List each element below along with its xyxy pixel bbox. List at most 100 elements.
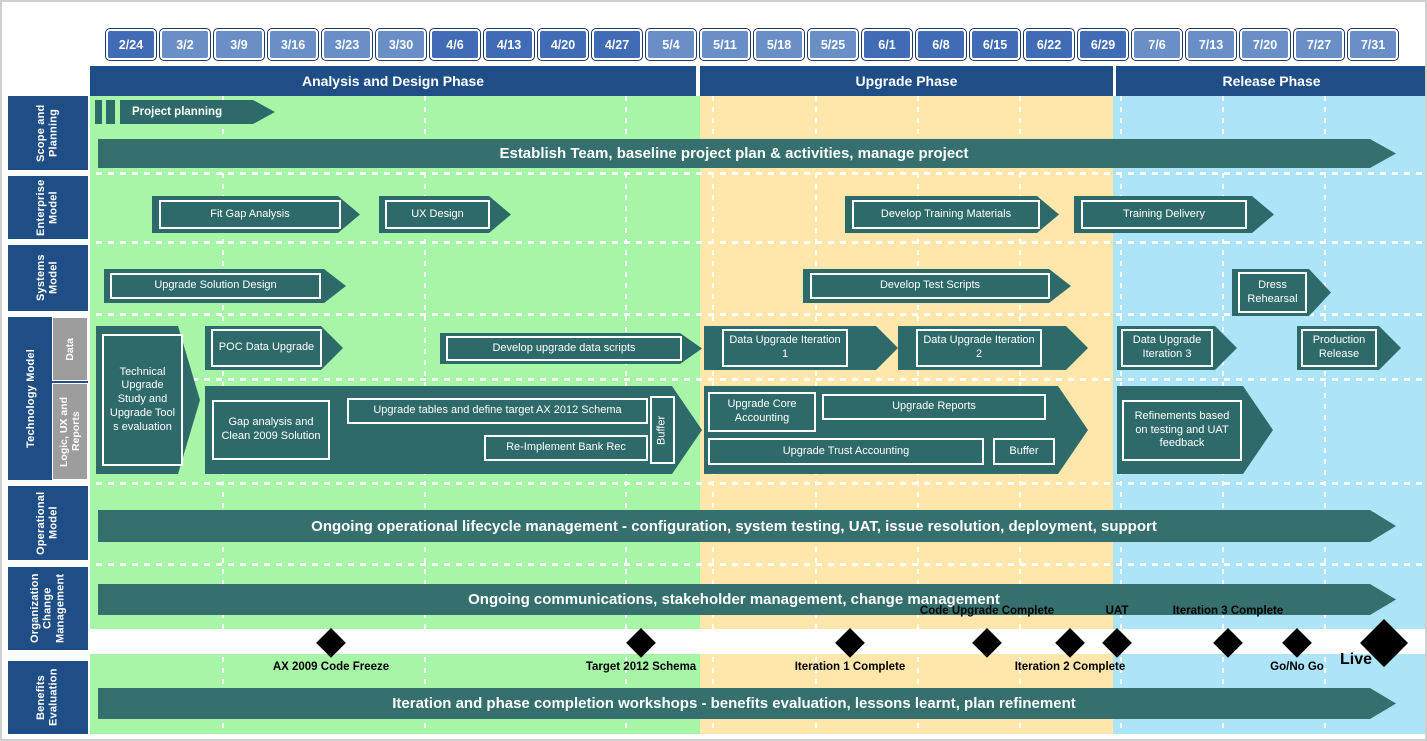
milestone-label: Live bbox=[1339, 651, 1373, 668]
task-label: Fit Gap Analysis bbox=[210, 207, 290, 220]
task-label: Production Release bbox=[1312, 334, 1366, 360]
task-ux-design-label-plate: UX Design bbox=[385, 200, 490, 229]
date-chip-4-13[interactable]: 4/13 bbox=[484, 29, 534, 60]
date-chip-label: 2/24 bbox=[118, 37, 144, 52]
task-dress-rehearsal-label-plate: Dress Rehearsal bbox=[1238, 272, 1307, 313]
task-label: Upgrade tables and define target AX 2012… bbox=[373, 404, 622, 417]
date-chip-4-6[interactable]: 4/6 bbox=[430, 29, 480, 60]
task-label: Technical Upgrade Study and Upgrade Tool… bbox=[109, 365, 176, 433]
row-separator bbox=[0, 482, 1427, 485]
phase-header-analysis: Analysis and Design Phase bbox=[90, 66, 696, 96]
date-chip-3-23[interactable]: 3/23 bbox=[322, 29, 372, 60]
task-label: Ongoing operational lifecycle management… bbox=[311, 517, 1157, 535]
date-chip-5-25[interactable]: 5/25 bbox=[808, 29, 858, 60]
lane-label-text: Systems Model bbox=[35, 254, 60, 302]
task-poc-data-upgrade-label-plate: POC Data Upgrade bbox=[211, 329, 322, 367]
date-chip-6-8[interactable]: 6/8 bbox=[916, 29, 966, 60]
lane-organization-change-management: Organization Change Management bbox=[8, 567, 88, 650]
task-establish-team[interactable]: Establish Team, baseline project plan & … bbox=[98, 139, 1396, 168]
lane-label-text: Benefits Evaluation bbox=[35, 668, 60, 727]
milestone-label: Target 2012 Schema bbox=[585, 661, 697, 673]
date-chip-label: 7/31 bbox=[1360, 37, 1386, 52]
date-chip-6-15[interactable]: 6/15 bbox=[970, 29, 1020, 60]
date-chip-7-20[interactable]: 7/20 bbox=[1240, 29, 1290, 60]
date-chip-6-1[interactable]: 6/1 bbox=[862, 29, 912, 60]
task-data-upgrade-iteration-3-label-plate: Data Upgrade Iteration 3 bbox=[1121, 329, 1213, 367]
sublane-logic-ux-reports: Logic, UX and Reports bbox=[52, 383, 88, 480]
milestone-label: Iteration 3 Complete bbox=[1172, 605, 1284, 617]
task-data-upgrade-iteration-1-label-plate: Data Upgrade Iteration 1 bbox=[722, 329, 848, 367]
date-chip-label: 3/16 bbox=[280, 37, 306, 52]
lane-label-text: Organization Change Management bbox=[29, 573, 67, 644]
task-iteration-phase-completion-workshops[interactable]: Iteration and phase completion workshops… bbox=[98, 688, 1396, 719]
milestone-label: Iteration 2 Complete bbox=[1014, 661, 1126, 673]
task-label: Buffer bbox=[1009, 444, 1039, 457]
row-separator bbox=[0, 172, 1427, 175]
date-chip-6-22[interactable]: 6/22 bbox=[1024, 29, 1074, 60]
date-chip-label: 6/8 bbox=[932, 37, 950, 52]
milestone-label: Code Upgrade Complete bbox=[919, 605, 1055, 617]
lane-systems-model: Systems Model bbox=[8, 245, 88, 311]
task-label: Project planning bbox=[132, 106, 223, 118]
task-label: Dress Rehearsal bbox=[1247, 278, 1298, 305]
row-separator bbox=[0, 313, 1427, 316]
date-chip-label: 7/20 bbox=[1252, 37, 1278, 52]
date-chip-label: 6/15 bbox=[982, 37, 1008, 52]
task-label: Develop upgrade data scripts bbox=[492, 341, 636, 354]
task-label: Establish Team, baseline project plan & … bbox=[499, 145, 969, 162]
date-chip-2-24[interactable]: 2/24 bbox=[106, 29, 156, 60]
date-chip-5-11[interactable]: 5/11 bbox=[700, 29, 750, 60]
task-production-release-label-plate: Production Release bbox=[1301, 329, 1377, 367]
date-chip-5-4[interactable]: 5/4 bbox=[646, 29, 696, 60]
date-chip-7-13[interactable]: 7/13 bbox=[1186, 29, 1236, 60]
task-label: Data Upgrade Iteration 1 bbox=[729, 334, 841, 360]
date-chip-label: 3/30 bbox=[388, 37, 414, 52]
task-project-planning[interactable]: Project planning bbox=[120, 100, 275, 124]
date-chip-3-16[interactable]: 3/16 bbox=[268, 29, 318, 60]
task-gap-analysis-clean-2009-label-plate: Gap analysis and Clean 2009 Solution bbox=[212, 400, 330, 460]
date-chip-label: 4/13 bbox=[496, 37, 522, 52]
sublane-data: Data bbox=[52, 317, 88, 381]
date-chip-7-6[interactable]: 7/6 bbox=[1132, 29, 1182, 60]
task-label: POC Data Upgrade bbox=[218, 341, 315, 354]
date-chip-4-20[interactable]: 4/20 bbox=[538, 29, 588, 60]
task-label: Training Delivery bbox=[1122, 207, 1206, 220]
date-chip-6-29[interactable]: 6/29 bbox=[1078, 29, 1128, 60]
date-chip-label: 3/23 bbox=[334, 37, 360, 52]
lane-label-text: Scope and Planning bbox=[35, 104, 60, 162]
task-upgrade-core-accounting-label-plate: Upgrade Core Accounting bbox=[708, 392, 816, 432]
date-chip-5-18[interactable]: 5/18 bbox=[754, 29, 804, 60]
date-chip-7-31[interactable]: 7/31 bbox=[1348, 29, 1398, 60]
task-label: Data Upgrade Iteration 3 bbox=[1132, 334, 1202, 360]
task-label: UX Design bbox=[411, 207, 464, 220]
lane-operational-model: Operational Model bbox=[8, 486, 88, 560]
task-upgrade-tables-label-plate: Upgrade tables and define target AX 2012… bbox=[347, 398, 648, 424]
task-develop-upgrade-data-scripts-label-plate: Develop upgrade data scripts bbox=[446, 336, 682, 361]
date-chip-4-27[interactable]: 4/27 bbox=[592, 29, 642, 60]
date-chip-label: 6/22 bbox=[1036, 37, 1062, 52]
task-ongoing-operational-lifecycle[interactable]: Ongoing operational lifecycle management… bbox=[98, 510, 1396, 542]
milestone-label: AX 2009 Code Freeze bbox=[272, 661, 390, 673]
date-chip-label: 7/27 bbox=[1306, 37, 1332, 52]
sublane-label-text: Data bbox=[63, 337, 76, 361]
task-label: Upgrade Trust Accounting bbox=[782, 444, 910, 457]
task-project-planning-tick-1 bbox=[95, 100, 102, 124]
date-chip-7-27[interactable]: 7/27 bbox=[1294, 29, 1344, 60]
date-chip-3-30[interactable]: 3/30 bbox=[376, 29, 426, 60]
task-label: Develop Training Materials bbox=[880, 207, 1012, 220]
date-chip-label: 4/20 bbox=[550, 37, 576, 52]
date-chip-3-2[interactable]: 3/2 bbox=[160, 29, 210, 60]
row-separator bbox=[0, 378, 1427, 381]
lane-label-text: Enterprise Model bbox=[35, 179, 60, 236]
date-chip-label: 5/25 bbox=[820, 37, 846, 52]
date-chip-3-9[interactable]: 3/9 bbox=[214, 29, 264, 60]
milestone-label: UAT bbox=[1105, 605, 1129, 617]
task-reimplement-bank-rec-label-plate: Re-Implement Bank Rec bbox=[484, 435, 648, 461]
task-buffer-phase1-label-plate: Buffer bbox=[650, 396, 675, 464]
task-label: Upgrade Reports bbox=[892, 400, 976, 413]
row-separator bbox=[0, 563, 1427, 566]
task-develop-test-scripts-label-plate: Develop Test Scripts bbox=[810, 273, 1050, 299]
phase-header-label: Release Phase bbox=[1222, 73, 1321, 89]
milestone-label: Iteration 1 Complete bbox=[794, 661, 906, 673]
lane-enterprise-model: Enterprise Model bbox=[8, 176, 88, 239]
